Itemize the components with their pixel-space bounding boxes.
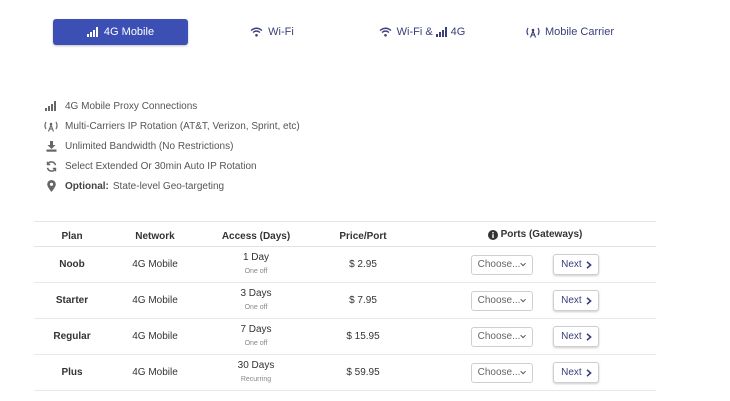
- tab-label: Mobile Carrier: [544, 26, 615, 38]
- table-row: Starter 4G Mobile 3 Days One off $ 7.95 …: [34, 282, 656, 319]
- feature-text: Select Extended Or 30min Auto IP Rotatio…: [65, 160, 257, 172]
- next-button[interactable]: Next: [553, 254, 600, 275]
- feature-bold-label: Optional:: [65, 180, 109, 192]
- price-cell: $ 15.95: [312, 318, 414, 355]
- tab-wifi[interactable]: Wi-Fi: [236, 19, 308, 45]
- chevron-down-icon: [520, 262, 527, 267]
- chevron-right-icon: [586, 332, 592, 341]
- price-cell: $ 59.95: [312, 354, 414, 391]
- plan-name: Plus: [34, 354, 110, 391]
- divider: [34, 221, 656, 222]
- chevron-right-icon: [586, 260, 592, 269]
- select-value: Choose...: [477, 259, 521, 270]
- next-label: Next: [561, 367, 582, 378]
- rotate-icon: [46, 160, 56, 172]
- plan-name: Regular: [34, 318, 110, 355]
- access-cell: 3 Days One off: [200, 282, 312, 319]
- network-cell: 4G Mobile: [110, 354, 200, 391]
- select-value: Choose...: [477, 331, 521, 342]
- download-icon: [46, 140, 56, 152]
- table-row: Noob 4G Mobile 1 Day One off $ 2.95 Choo…: [34, 246, 656, 283]
- feature-text: Multi-Carriers IP Rotation (AT&T, Verizo…: [65, 120, 300, 132]
- tab-label: Wi-Fi: [268, 26, 294, 38]
- chevron-down-icon: [520, 334, 527, 339]
- ports-cell: Choose... Next: [414, 246, 656, 283]
- chevron-down-icon: [520, 298, 527, 303]
- network-cell: 4G Mobile: [110, 318, 200, 355]
- signal-bars-icon: [435, 27, 447, 37]
- header-price: Price/Port: [312, 226, 414, 247]
- access-days: 7 Days: [240, 323, 272, 335]
- header-network: Network: [110, 226, 200, 247]
- tab-4g-mobile[interactable]: 4G Mobile: [53, 19, 188, 45]
- price-cell: $ 2.95: [312, 246, 414, 283]
- plan-name: Starter: [34, 282, 110, 319]
- feature-item: 4G Mobile Proxy Connections: [44, 96, 300, 116]
- tab-label-wifi: Wi-Fi &: [396, 26, 433, 38]
- tab-mobile-carrier[interactable]: Mobile Carrier: [520, 19, 620, 45]
- plan-name: Noob: [34, 246, 110, 283]
- next-label: Next: [561, 331, 582, 342]
- access-term: Recurring: [240, 375, 272, 383]
- feature-item: Unlimited Bandwidth (No Restrictions): [44, 136, 300, 156]
- wifi-icon: [250, 27, 263, 37]
- access-term: One off: [244, 303, 268, 311]
- network-cell: 4G Mobile: [110, 282, 200, 319]
- plan-type-tabs: 4G Mobile Wi-Fi Wi-Fi & 4G Mobile Carrie…: [0, 19, 730, 45]
- tab-label: 4G Mobile: [103, 26, 155, 38]
- access-term: One off: [244, 267, 268, 275]
- header-ports: Ports (Gateways): [414, 226, 656, 247]
- feature-text: Unlimited Bandwidth (No Restrictions): [65, 140, 234, 152]
- ports-select[interactable]: Choose...: [470, 254, 533, 275]
- signal-bars-icon: [45, 101, 56, 111]
- table-row: Plus 4G Mobile 30 Days Recurring $ 59.95…: [34, 354, 656, 391]
- price-cell: $ 7.95: [312, 282, 414, 319]
- wifi-icon: [379, 27, 392, 37]
- ports-cell: Choose... Next: [414, 282, 656, 319]
- chevron-right-icon: [586, 296, 592, 305]
- antenna-icon: [44, 121, 58, 132]
- feature-item: Optional: State-level Geo-targeting: [44, 176, 300, 196]
- next-label: Next: [561, 259, 582, 270]
- feature-item: Select Extended Or 30min Auto IP Rotatio…: [44, 156, 300, 176]
- next-button[interactable]: Next: [553, 326, 600, 347]
- pricing-table: Plan Network Access (Days) Price/Port Po…: [34, 226, 656, 391]
- access-term: One off: [244, 339, 268, 347]
- ports-select[interactable]: Choose...: [470, 326, 533, 347]
- select-value: Choose...: [477, 295, 521, 306]
- select-value: Choose...: [477, 367, 521, 378]
- access-cell: 7 Days One off: [200, 318, 312, 355]
- ports-select[interactable]: Choose...: [470, 362, 533, 383]
- next-label: Next: [561, 295, 582, 306]
- access-cell: 30 Days Recurring: [200, 354, 312, 391]
- feature-text: 4G Mobile Proxy Connections: [65, 100, 198, 112]
- ports-cell: Choose... Next: [414, 318, 656, 355]
- antenna-icon: [526, 27, 540, 38]
- tab-label-4g: 4G: [450, 26, 466, 38]
- feature-text: State-level Geo-targeting: [112, 180, 225, 192]
- signal-bars-icon: [86, 27, 98, 37]
- network-cell: 4G Mobile: [110, 246, 200, 283]
- header-plan: Plan: [34, 226, 110, 247]
- next-button[interactable]: Next: [553, 290, 600, 311]
- tab-wifi-and-4g[interactable]: Wi-Fi & 4G: [372, 19, 472, 45]
- info-icon[interactable]: [487, 229, 498, 240]
- table-row: Regular 4G Mobile 7 Days One off $ 15.95…: [34, 318, 656, 355]
- header-access: Access (Days): [200, 226, 312, 247]
- access-days: 3 Days: [240, 287, 272, 299]
- access-cell: 1 Day One off: [200, 246, 312, 283]
- header-ports-label: Ports (Gateways): [500, 229, 583, 241]
- chevron-down-icon: [520, 370, 527, 375]
- map-pin-icon: [46, 180, 56, 192]
- next-button[interactable]: Next: [553, 362, 600, 383]
- ports-cell: Choose... Next: [414, 354, 656, 391]
- feature-list: 4G Mobile Proxy Connections Multi-Carrie…: [44, 96, 300, 196]
- chevron-right-icon: [586, 368, 592, 377]
- access-days: 1 Day: [242, 251, 270, 263]
- access-days: 30 Days: [237, 359, 275, 371]
- table-header-row: Plan Network Access (Days) Price/Port Po…: [34, 226, 656, 247]
- ports-select[interactable]: Choose...: [470, 290, 533, 311]
- feature-item: Multi-Carriers IP Rotation (AT&T, Verizo…: [44, 116, 300, 136]
